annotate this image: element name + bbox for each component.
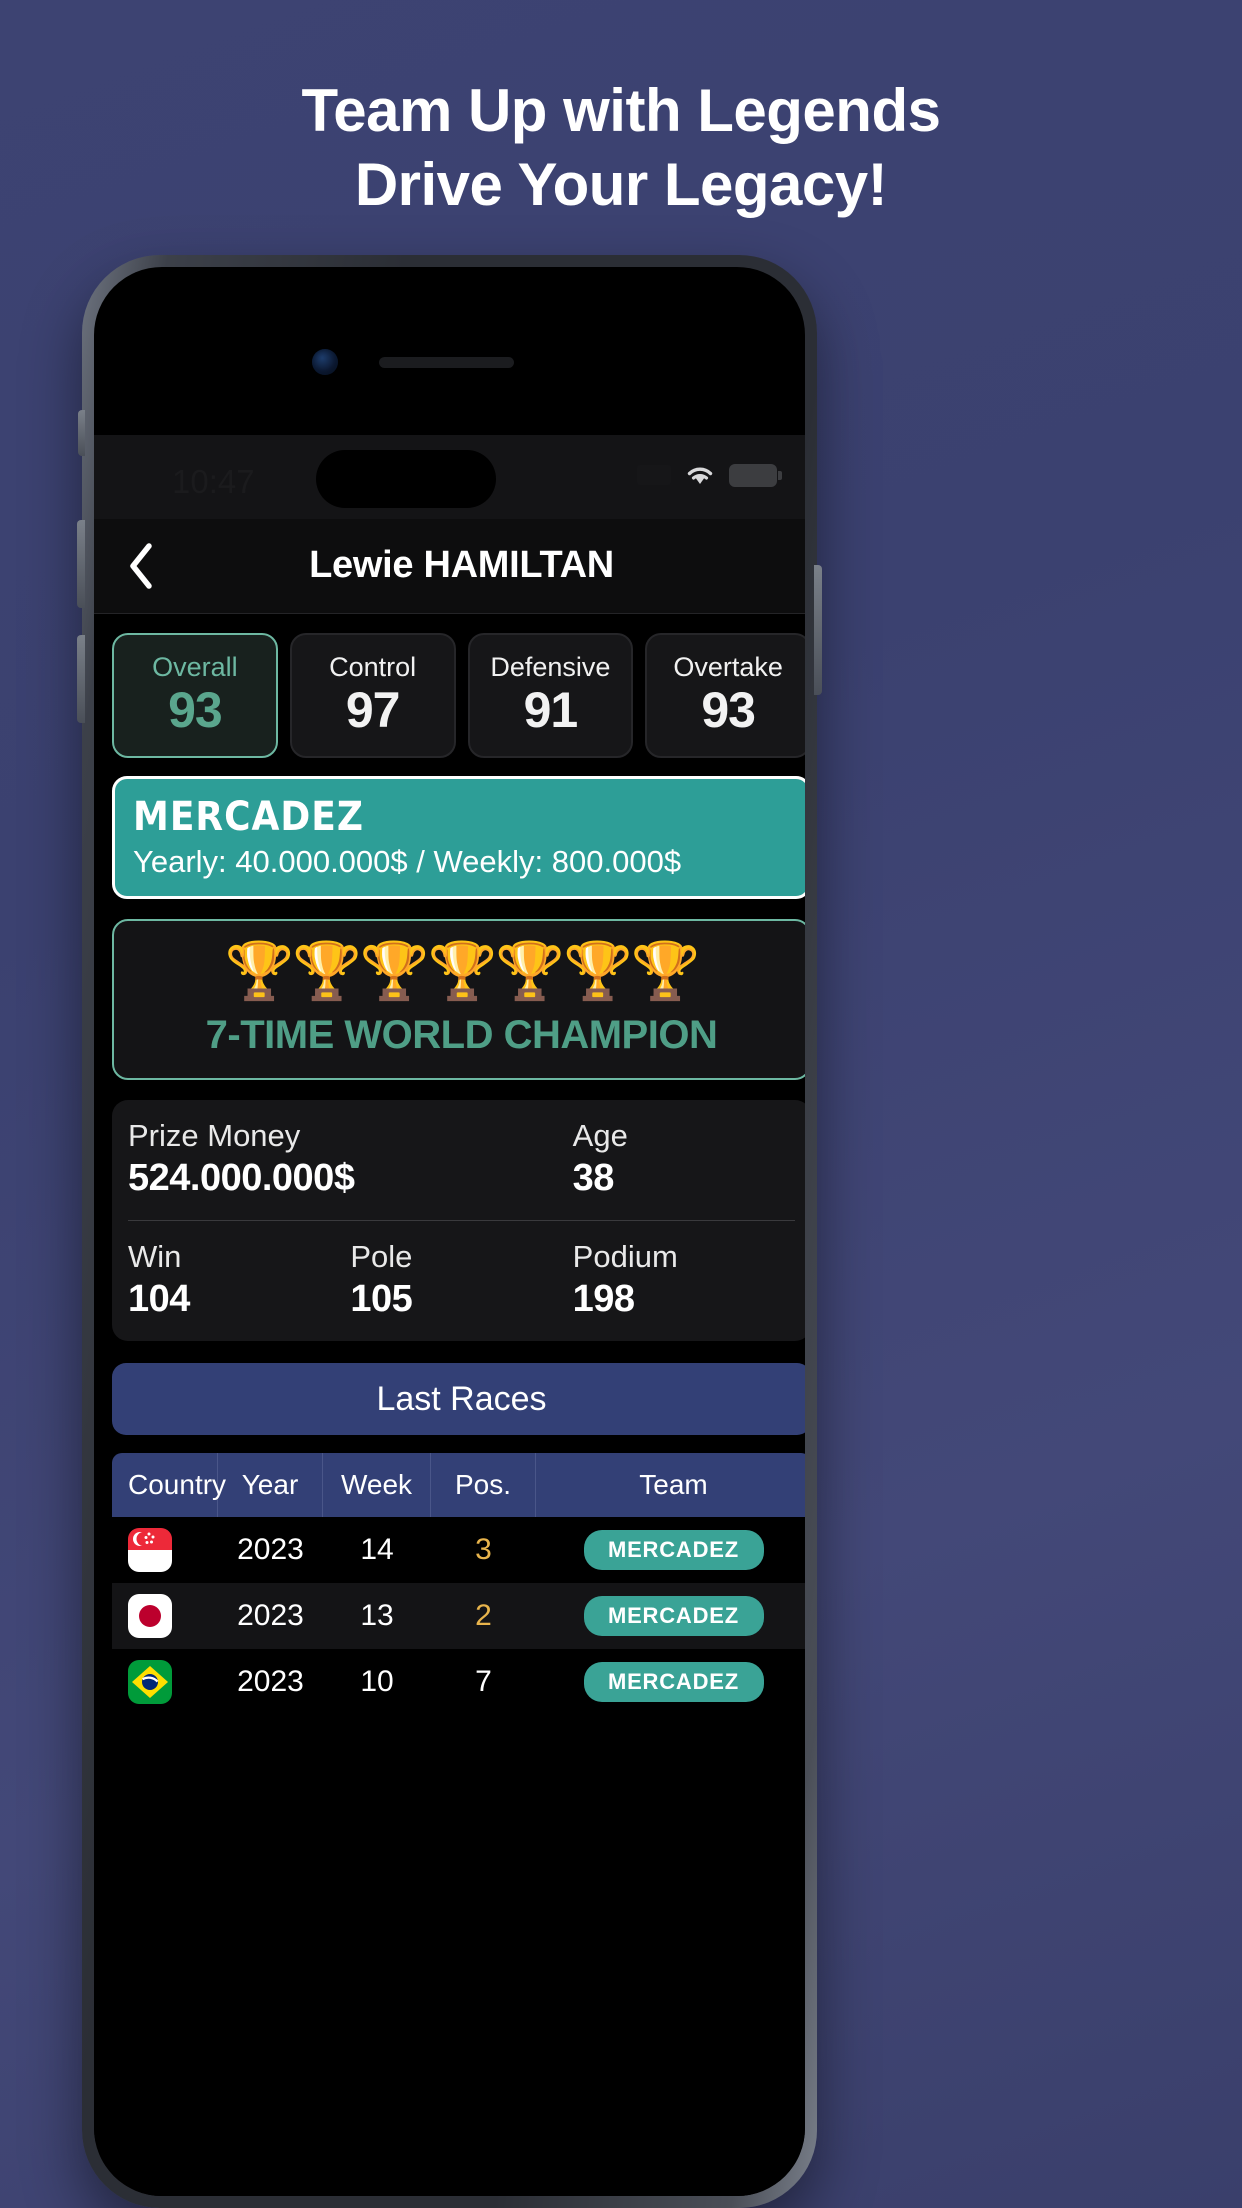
last-races-button-label: Last Races (376, 1379, 547, 1418)
trophy-icon-row: 🏆🏆🏆🏆🏆🏆🏆 (224, 939, 700, 1002)
flag-japan-icon (128, 1594, 172, 1638)
team-badge-label: MERCADEZ (607, 1537, 740, 1562)
team-badge-label: MERCADEZ (607, 1603, 740, 1628)
battery-icon (729, 463, 782, 487)
table-row[interactable]: 2023 14 3 MERCADEZ (112, 1517, 805, 1583)
flag-singapore-icon (128, 1528, 172, 1572)
table-cell-week: 14 (360, 1533, 394, 1566)
table-cell-team: MERCADEZ (536, 1662, 805, 1702)
stat-box-defensive[interactable]: Defensive 91 (467, 633, 634, 758)
career-info-row-bottom: Win 104 Pole 105 Podium 198 (128, 1221, 795, 1321)
table-header-country: Country (112, 1453, 226, 1517)
front-camera-icon (312, 349, 338, 375)
phone-volume-up-button[interactable] (77, 520, 85, 608)
podium-label: Podium (572, 1239, 678, 1274)
prize-money-value: 524.000.000$ (128, 1157, 355, 1199)
promo-headline: Team Up with Legends Drive Your Legacy! (0, 74, 1242, 223)
promo-headline-line1: Team Up with Legends (301, 77, 941, 144)
promo-headline-line2: Drive Your Legacy! (354, 151, 888, 219)
team-banner[interactable]: MERCADEZ Yearly: 40.000.000$ / Weekly: 8… (112, 776, 805, 899)
earpiece-speaker (379, 357, 514, 368)
page-title: Lewie HAMILTAN (309, 544, 614, 586)
pole-value: 105 (350, 1278, 413, 1320)
pole-cell: Pole 105 (350, 1239, 572, 1321)
table-cell-position: 2 (475, 1599, 492, 1632)
stat-value-overtake: 93 (701, 682, 756, 738)
table-cell-year: 2023 (237, 1533, 304, 1566)
stat-label-overtake: Overtake (673, 652, 783, 682)
table-row[interactable]: 2023 13 2 MERCADEZ (112, 1583, 805, 1649)
driver-attributes-row: Overall 93 Control 97 Defensive 91 Overt… (112, 633, 805, 758)
age-label: Age (572, 1118, 628, 1153)
table-cell-country (112, 1528, 218, 1572)
stat-label-overall: Overall (152, 652, 238, 682)
table-header-week: Week (323, 1453, 431, 1517)
cellular-icon (637, 465, 671, 485)
stat-value-control: 97 (345, 682, 401, 738)
table-header-year: Year (218, 1453, 323, 1517)
phone-mute-switch[interactable] (78, 410, 85, 456)
stat-value-defensive: 91 (523, 682, 579, 738)
table-cell-position: 7 (475, 1665, 492, 1698)
win-cell: Win 104 (128, 1239, 350, 1321)
flag-brazil-icon (128, 1660, 172, 1704)
phone-screen-bezel: 10:47 Lewie HAMILTAN Overall 93 Control … (94, 267, 805, 2196)
team-badge-label: MERCADEZ (607, 1669, 740, 1694)
phone-volume-down-button[interactable] (77, 635, 85, 723)
table-cell-year: 2023 (237, 1599, 304, 1632)
table-cell-year: 2023 (237, 1665, 304, 1698)
last-races-table: Country Year Week Pos. Team 2023 14 3 ME… (112, 1453, 805, 1715)
career-info-card: Prize Money 524.000.000$ Age 38 Win 104 (112, 1100, 805, 1341)
table-cell-country (112, 1594, 218, 1638)
stat-box-control[interactable]: Control 97 (289, 633, 456, 758)
win-label: Win (128, 1239, 182, 1274)
stat-label-defensive: Defensive (490, 652, 611, 682)
team-badge: MERCADEZ (583, 1530, 764, 1570)
championship-card: 🏆🏆🏆🏆🏆🏆🏆 7-TIME WORLD CHAMPION (112, 919, 805, 1080)
table-cell-position: 3 (475, 1533, 492, 1566)
table-cell-week: 10 (360, 1665, 394, 1698)
podium-cell: Podium 198 (573, 1239, 795, 1321)
stat-box-overall[interactable]: Overall 93 (112, 633, 278, 758)
championship-title: 7-TIME WORLD CHAMPION (205, 1013, 718, 1057)
table-cell-country (112, 1660, 218, 1704)
age-cell: Age 38 (573, 1118, 795, 1200)
stat-box-overtake[interactable]: Overtake 93 (645, 633, 805, 758)
stat-label-control: Control (329, 652, 417, 682)
stat-value-overall: 93 (168, 682, 223, 738)
table-header-row: Country Year Week Pos. Team (112, 1453, 805, 1517)
status-bar-time: 10:47 (172, 463, 255, 500)
status-bar: 10:47 (94, 435, 805, 519)
table-header-pos: Pos. (431, 1453, 536, 1517)
table-header-team: Team (639, 1469, 708, 1500)
screen-content: Overall 93 Control 97 Defensive 91 Overt… (94, 633, 805, 1715)
team-badge: MERCADEZ (583, 1662, 764, 1702)
last-races-button[interactable]: Last Races (112, 1363, 805, 1435)
wifi-icon (684, 463, 716, 487)
pole-label: Pole (350, 1239, 413, 1274)
table-row[interactable]: 2023 10 7 MERCADEZ (112, 1649, 805, 1715)
team-salary: Yearly: 40.000.000$ / Weekly: 800.000$ (133, 844, 682, 879)
table-cell-week: 13 (360, 1599, 394, 1632)
phone-mockup: 10:47 Lewie HAMILTAN Overall 93 Control … (77, 255, 822, 2208)
team-badge: MERCADEZ (583, 1596, 764, 1636)
prize-money-label: Prize Money (128, 1118, 301, 1153)
table-cell-team: MERCADEZ (536, 1530, 805, 1570)
dynamic-island (316, 450, 496, 508)
app-screen: 10:47 Lewie HAMILTAN Overall 93 Control … (94, 435, 805, 2196)
phone-power-button[interactable] (814, 565, 822, 695)
team-name: MERCADEZ (133, 794, 364, 840)
podium-value: 198 (572, 1278, 635, 1320)
status-bar-indicators (637, 463, 782, 487)
win-value: 104 (128, 1278, 190, 1320)
table-cell-team: MERCADEZ (536, 1596, 805, 1636)
career-info-row-top: Prize Money 524.000.000$ Age 38 (128, 1118, 795, 1221)
age-value: 38 (572, 1157, 615, 1199)
prize-money-cell: Prize Money 524.000.000$ (128, 1118, 573, 1200)
nav-bar: Lewie HAMILTAN (94, 519, 805, 614)
